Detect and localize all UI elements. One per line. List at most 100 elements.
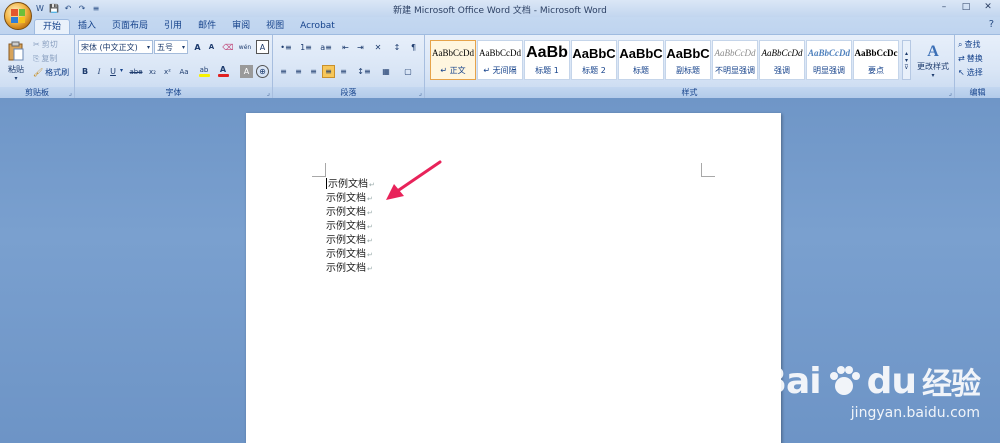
style-no-spacing[interactable]: AaBbCcDd ↵ 无间隔 — [477, 40, 523, 80]
document-page[interactable]: 示例文档↵ 示例文档↵ 示例文档↵ 示例文档↵ 示例文档↵ 示例文档↵ 示例文档… — [246, 113, 781, 443]
chevron-up-icon: ▴ — [904, 49, 908, 57]
style-sample: AaBbCcDd — [761, 48, 803, 58]
subscript-button[interactable]: x₂ — [146, 65, 159, 78]
tab-home[interactable]: 开始 — [34, 19, 71, 34]
help-icon[interactable]: ? — [989, 19, 994, 30]
align-left-button[interactable]: ≡ — [277, 65, 290, 78]
tab-page-layout[interactable]: 页面布局 — [104, 19, 156, 34]
paragraph[interactable]: 示例文档↵ — [326, 234, 375, 248]
document-text[interactable]: 示例文档↵ 示例文档↵ 示例文档↵ 示例文档↵ 示例文档↵ 示例文档↵ 示例文档… — [326, 178, 375, 276]
paragraph[interactable]: 示例文档↵ — [326, 192, 375, 206]
replace-label: 替换 — [966, 54, 983, 63]
dialog-launcher-icon[interactable]: ⌟ — [267, 89, 270, 97]
style-gallery-scroll[interactable]: ▴ ▾ ⊽ — [902, 40, 911, 80]
style-subtitle[interactable]: AaBbC 副标题 — [665, 40, 711, 80]
office-button[interactable] — [4, 2, 32, 30]
style-name: 明显强调 — [813, 66, 845, 75]
font-name-select[interactable]: 宋体 (中文正文) ▾ — [78, 40, 153, 54]
find-button[interactable]: ⌕ 查找 — [958, 39, 980, 50]
style-intense-emphasis[interactable]: AaBbCcDd 明显强调 — [806, 40, 852, 80]
dialog-launcher-icon[interactable]: ⌟ — [419, 89, 422, 97]
align-center-button[interactable]: ≡ — [292, 65, 305, 78]
tab-view[interactable]: 视图 — [258, 19, 292, 34]
chevron-down-icon[interactable]: ▾ — [120, 67, 123, 74]
tab-review[interactable]: 审阅 — [224, 19, 258, 34]
italic-button[interactable]: I — [93, 65, 105, 78]
paragraph[interactable]: 示例文档↵ — [326, 248, 375, 262]
format-painter-button[interactable]: 🖌 格式刷 — [33, 67, 69, 78]
show-marks-button[interactable]: ¶ — [407, 41, 420, 54]
paragraph[interactable]: 示例文档↵ — [326, 178, 375, 192]
sort-button[interactable]: ↕ — [390, 41, 404, 54]
font-size-select[interactable]: 五号 ▾ — [154, 40, 188, 54]
superscript-button[interactable]: x² — [161, 65, 174, 78]
copy-button[interactable]: ⎘ 复制 — [33, 53, 57, 64]
clear-formatting-button[interactable]: ⌫ — [221, 40, 235, 54]
paste-button[interactable]: 粘贴 ▾ — [3, 38, 29, 84]
numbering-button[interactable]: 1≡ — [297, 41, 315, 54]
document-area[interactable]: 示例文档↵ 示例文档↵ 示例文档↵ 示例文档↵ 示例文档↵ 示例文档↵ 示例文档… — [0, 98, 1000, 443]
justify-button[interactable]: ≡ — [322, 65, 335, 78]
chevron-down-icon: ▾ — [181, 43, 185, 51]
font-group: 宋体 (中文正文) ▾ 五号 ▾ A A ⌫ wén A B I U ▾ abe… — [75, 35, 273, 98]
distributed-button[interactable]: ≡ — [337, 65, 350, 78]
style-normal[interactable]: AaBbCcDd ↵ 正文 — [430, 40, 476, 80]
align-right-button[interactable]: ≡ — [307, 65, 320, 78]
line-spacing-button[interactable]: ↕≡ — [354, 65, 374, 78]
dialog-launcher-icon[interactable]: ⌟ — [69, 89, 72, 97]
enclose-characters-button[interactable]: ⊕ — [256, 65, 269, 78]
change-case-button[interactable]: Aa — [176, 65, 192, 78]
style-strong[interactable]: AaBbCcDc 要点 — [853, 40, 899, 80]
style-subtle-emphasis[interactable]: AaBbCcDd 不明显强调 — [712, 40, 758, 80]
borders-button[interactable]: ▢ — [398, 65, 418, 78]
paragraph[interactable]: 示例文档↵ — [326, 220, 375, 234]
paragraph-text: 示例文档 — [326, 193, 366, 204]
ribbon: 粘贴 ▾ ✂ 剪切 ⎘ 复制 🖌 格式刷 剪贴板 ⌟ 宋体 (中文正文) ▾ 五号 ▾… — [0, 34, 1000, 98]
font-color-button[interactable]: A — [216, 64, 230, 78]
underline-button[interactable]: U — [107, 65, 119, 78]
cut-button[interactable]: ✂ 剪切 — [33, 39, 58, 50]
change-styles-icon: A — [927, 43, 939, 60]
style-name: 要点 — [868, 66, 884, 75]
select-button[interactable]: ↖ 选择 — [958, 67, 983, 78]
replace-button[interactable]: ⇄ 替换 — [958, 53, 983, 64]
increase-indent-button[interactable]: ⇥ — [354, 41, 367, 54]
highlight-button[interactable]: ab — [197, 64, 211, 78]
maximize-button[interactable]: □ — [958, 2, 974, 14]
shading-button[interactable]: ▦ — [377, 65, 395, 78]
style-sample: AaBbCcDc — [854, 48, 898, 58]
bold-button[interactable]: B — [79, 65, 91, 78]
style-sample: AaBbCcDd — [432, 48, 474, 58]
shrink-font-button[interactable]: A — [205, 40, 218, 54]
watermark-brand-du: du — [866, 360, 917, 402]
paragraph[interactable]: 示例文档↵ — [326, 262, 375, 276]
decrease-indent-button[interactable]: ⇤ — [339, 41, 352, 54]
close-button[interactable]: ✕ — [980, 2, 996, 14]
asian-layout-button[interactable]: ✕ — [370, 41, 386, 54]
style-emphasis[interactable]: AaBbCcDd 强调 — [759, 40, 805, 80]
find-label: 查找 — [964, 40, 981, 49]
select-label: 选择 — [966, 68, 983, 77]
multilevel-list-button[interactable]: a≡ — [317, 41, 335, 54]
phonetic-guide-button[interactable]: wén — [236, 40, 254, 54]
style-name: 副标题 — [676, 66, 700, 75]
character-shading-button[interactable]: A — [240, 65, 253, 78]
tab-mailings[interactable]: 邮件 — [190, 19, 224, 34]
minimize-button[interactable]: – — [936, 2, 952, 14]
style-title[interactable]: AaBbC 标题 — [618, 40, 664, 80]
style-heading-1[interactable]: AaBb 标题 1 — [524, 40, 570, 80]
character-border-button[interactable]: A — [256, 40, 269, 54]
dialog-launcher-icon[interactable]: ⌟ — [949, 89, 952, 97]
strikethrough-button[interactable]: abe — [128, 65, 144, 78]
paragraph[interactable]: 示例文档↵ — [326, 206, 375, 220]
change-styles-button[interactable]: A 更改样式 ▾ — [915, 38, 951, 84]
paragraph-text: 示例文档 — [326, 221, 366, 232]
tab-insert[interactable]: 插入 — [70, 19, 104, 34]
bullets-button[interactable]: •≡ — [277, 41, 295, 54]
more-icon: ⊽ — [904, 63, 909, 71]
tab-acrobat[interactable]: Acrobat — [292, 19, 343, 34]
tab-references[interactable]: 引用 — [156, 19, 190, 34]
grow-font-button[interactable]: A — [191, 40, 204, 54]
clipboard-group-label: 剪贴板 — [0, 87, 74, 98]
style-heading-2[interactable]: AaBbC 标题 2 — [571, 40, 617, 80]
